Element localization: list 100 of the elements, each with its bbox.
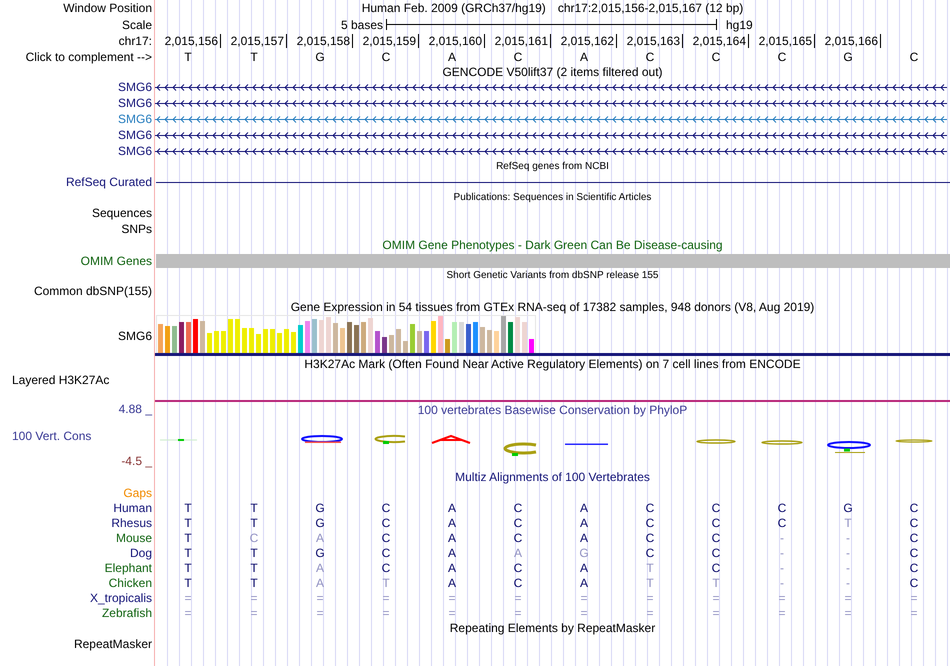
expression-bar[interactable] <box>368 318 373 353</box>
expression-bar[interactable] <box>417 331 422 353</box>
species-label[interactable]: X_tropicalis <box>90 590 152 604</box>
expression-bar[interactable] <box>179 322 184 353</box>
expression-bar[interactable] <box>158 324 163 353</box>
track-label[interactable]: Common dbSNP(155) <box>34 284 152 298</box>
expression-bar[interactable] <box>480 327 485 353</box>
expression-bar[interactable] <box>207 333 212 353</box>
species-label[interactable]: Dog <box>130 546 152 560</box>
track-title[interactable]: RefSeq genes from NCBI <box>496 160 609 172</box>
complement-link[interactable]: Click to complement --> <box>26 50 152 64</box>
expression-bar[interactable] <box>354 325 359 353</box>
expression-bar[interactable] <box>340 328 345 353</box>
track-title[interactable]: Publications: Sequences in Scientific Articles <box>454 192 652 204</box>
expression-bar[interactable] <box>466 324 471 353</box>
expression-bar[interactable] <box>235 319 240 353</box>
species-label[interactable]: Mouse <box>116 530 152 544</box>
expression-bar[interactable] <box>333 323 338 353</box>
expression-bar[interactable] <box>165 326 170 353</box>
track-title[interactable]: Repeating Elements by RepeatMasker <box>450 621 656 635</box>
expression-bar[interactable] <box>410 324 415 353</box>
track-label[interactable]: RefSeq Curated <box>66 175 152 189</box>
chromosome-label: chr17: <box>118 34 152 48</box>
aligned-base: C <box>910 500 918 514</box>
aligned-base: C <box>646 500 654 514</box>
expression-bar[interactable] <box>522 322 527 353</box>
track-label[interactable]: SNPs <box>121 222 152 236</box>
gene-label[interactable]: SMG6 <box>118 96 152 110</box>
gene-feature-line[interactable] <box>155 84 947 90</box>
expression-bar[interactable] <box>403 341 408 353</box>
expression-bar[interactable] <box>270 329 275 353</box>
expression-bar[interactable] <box>375 331 380 353</box>
track-label[interactable]: SMG6 <box>118 328 152 342</box>
expression-bar[interactable] <box>221 331 226 353</box>
expression-bar[interactable] <box>263 329 268 353</box>
expression-bar[interactable] <box>277 333 282 353</box>
expression-bar[interactable] <box>424 331 429 353</box>
track-title[interactable]: Short Genetic Variants from dbSNP release 155 <box>446 270 658 282</box>
expression-bar[interactable] <box>186 322 191 353</box>
expression-bar[interactable] <box>452 322 457 353</box>
expression-bar[interactable] <box>312 319 317 353</box>
expression-bar[interactable] <box>361 322 366 353</box>
aligned-base: = <box>580 606 588 620</box>
track-label[interactable]: RepeatMasker <box>74 636 152 650</box>
track-label[interactable]: 100 Vert. Cons <box>12 428 92 442</box>
expression-bar[interactable] <box>396 329 401 353</box>
expression-bar[interactable] <box>228 319 233 353</box>
expression-bar[interactable] <box>193 319 198 353</box>
expression-bar[interactable] <box>494 331 499 353</box>
expression-bar[interactable] <box>256 334 261 353</box>
species-label[interactable]: Elephant <box>104 560 152 574</box>
expression-bar[interactable] <box>326 317 331 353</box>
track-title[interactable]: OMIM Gene Phenotypes - Dark Green Can Be Disease-causing <box>382 238 723 252</box>
expression-bar[interactable] <box>172 326 177 353</box>
species-label[interactable]: Rhesus <box>111 516 152 530</box>
expression-bar[interactable] <box>291 332 296 353</box>
gene-feature-bar[interactable] <box>156 254 950 268</box>
expression-bar[interactable] <box>431 321 436 353</box>
species-label[interactable]: Human <box>113 500 152 514</box>
aligned-base: - <box>846 530 850 544</box>
expression-bar[interactable] <box>473 322 478 353</box>
species-label[interactable]: Zebrafish <box>102 606 152 620</box>
expression-bar[interactable] <box>200 321 205 353</box>
gene-feature-line[interactable] <box>155 132 947 138</box>
gene-feature-line[interactable] <box>155 100 947 106</box>
expression-bar[interactable] <box>508 322 513 353</box>
track-label[interactable]: Layered H3K27Ac <box>12 373 110 387</box>
expression-bar[interactable] <box>529 339 534 353</box>
track-title[interactable]: Multiz Alignments of 100 Vertebrates <box>455 470 650 484</box>
expression-bar[interactable] <box>249 328 254 353</box>
gene-label[interactable]: SMG6 <box>118 144 152 158</box>
expression-bar[interactable] <box>214 331 219 353</box>
expression-bar[interactable] <box>298 325 303 353</box>
expression-bar[interactable] <box>242 328 247 353</box>
sequence-base: G <box>315 50 325 64</box>
species-label[interactable]: Chicken <box>108 576 152 590</box>
track-label[interactable]: OMIM Genes <box>80 254 152 268</box>
expression-bar[interactable] <box>515 317 520 353</box>
expression-bar[interactable] <box>459 322 464 353</box>
expression-bar[interactable] <box>438 316 443 353</box>
track-title[interactable]: GENCODE V50lift37 (2 items filtered out) <box>442 65 663 79</box>
expression-bar[interactable] <box>347 322 352 353</box>
expression-bar[interactable] <box>389 335 394 353</box>
expression-bar[interactable] <box>487 330 492 353</box>
gene-label[interactable]: SMG6 <box>118 80 152 94</box>
track-title[interactable]: H3K27Ac Mark (Often Found Near Active Regulatory Elements) on 7 cell lines from ENCODE <box>304 357 801 371</box>
expression-bar[interactable] <box>284 329 289 353</box>
expression-bar[interactable] <box>501 316 506 353</box>
expression-bar[interactable] <box>445 339 450 353</box>
aligned-base: T <box>382 576 390 590</box>
expression-bar[interactable] <box>319 320 324 353</box>
aligned-base: C <box>646 530 654 544</box>
track-label[interactable]: Sequences <box>92 206 152 220</box>
expression-bar[interactable] <box>382 337 387 353</box>
track-title[interactable]: Gene Expression in 54 tissues from GTEx RNA-seq of 17382 samples, 948 donors (V8, Aug 2019) <box>290 300 814 314</box>
expression-bar[interactable] <box>305 321 310 353</box>
gene-feature-line[interactable] <box>155 148 947 154</box>
gene-label[interactable]: SMG6 <box>118 128 152 142</box>
track-title[interactable]: 100 vertebrates Basewise Conservation by PhyloP <box>418 402 688 418</box>
gene-label[interactable]: SMG6 <box>118 112 152 126</box>
